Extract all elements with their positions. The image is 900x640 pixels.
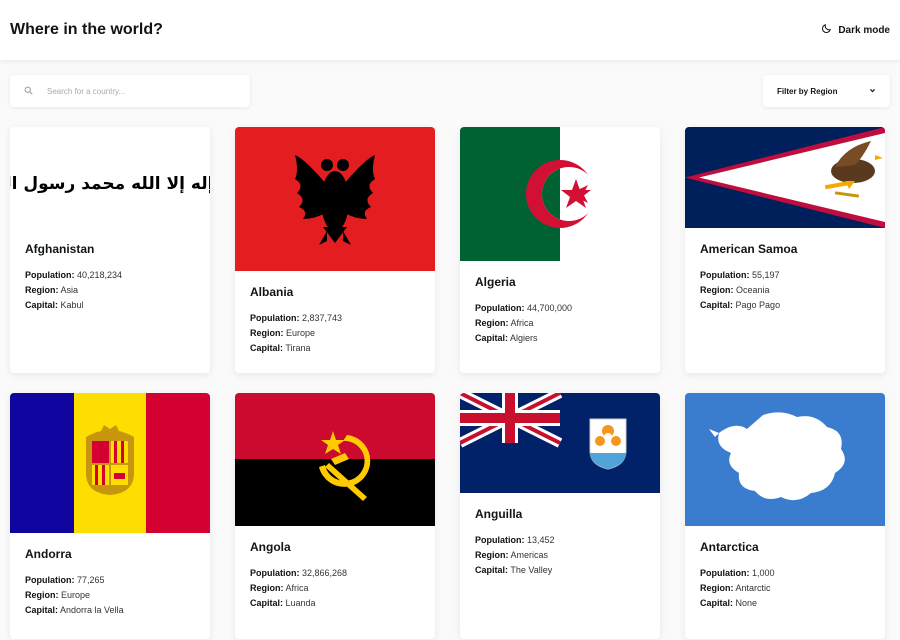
country-name: Algeria <box>475 275 516 289</box>
angola-flag <box>235 393 435 526</box>
population-row: Population: 40,218,234 <box>25 270 123 280</box>
country-name: Andorra <box>25 547 72 561</box>
search-icon <box>24 82 33 100</box>
population-row: Population: 44,700,000 <box>475 303 573 313</box>
country-name: Albania <box>250 285 294 299</box>
capital-row: Capital: Luanda <box>250 598 316 608</box>
country-name: Afghanistan <box>25 242 95 256</box>
antarctica-flag <box>685 393 885 526</box>
capital-row: Capital: Pago Pago <box>700 300 781 310</box>
capital-row: Capital: The Valley <box>475 565 553 575</box>
country-card[interactable]: Anguilla Population: 13,452 Region: Amer… <box>460 393 660 639</box>
filter-label: Filter by Region <box>777 86 838 96</box>
country-card[interactable]: Angola Population: 32,866,268 Region: Af… <box>235 393 435 639</box>
moon-icon <box>821 23 832 37</box>
app-header: Where in the world? Dark mode <box>0 0 900 60</box>
capital-row: Capital: None <box>700 598 758 608</box>
page-title: Where in the world? <box>10 21 163 38</box>
country-name: Anguilla <box>475 507 523 521</box>
capital-row: Capital: Kabul <box>25 300 84 310</box>
population-row: Population: 55,197 <box>700 270 780 280</box>
country-card[interactable]: لا إله إلا الله محمد رسول الله Afghanist… <box>10 127 210 373</box>
region-row: Region: Americas <box>475 550 549 560</box>
country-card[interactable]: Algeria Population: 44,700,000 Region: A… <box>460 127 660 373</box>
search-input[interactable] <box>47 86 227 96</box>
capital-row: Capital: Algiers <box>475 333 538 343</box>
country-name: Angola <box>250 540 291 554</box>
region-row: Region: Africa <box>475 318 534 328</box>
anguilla-flag <box>460 393 660 493</box>
country-card[interactable]: Albania Population: 2,837,743 Region: Eu… <box>235 127 435 373</box>
region-row: Region: Europe <box>250 328 316 338</box>
search-box <box>10 75 250 107</box>
afghanistan-flag: لا إله إلا الله محمد رسول الله <box>10 127 210 228</box>
region-row: Region: Asia <box>25 285 79 295</box>
region-filter-dropdown[interactable]: Filter by Region <box>763 75 890 107</box>
andorra-flag <box>10 393 210 533</box>
dark-mode-toggle[interactable]: Dark mode <box>821 23 890 37</box>
chevron-down-icon <box>869 87 876 96</box>
country-card[interactable]: Andorra Population: 77,265 Region: Europ… <box>10 393 210 639</box>
capital-row: Capital: Tirana <box>250 343 311 353</box>
region-row: Region: Africa <box>250 583 309 593</box>
country-name: American Samoa <box>700 242 798 256</box>
dark-mode-label: Dark mode <box>838 24 890 36</box>
american-samoa-flag <box>685 127 885 228</box>
region-row: Region: Europe <box>25 590 91 600</box>
capital-row: Capital: Andorra la Vella <box>25 605 124 615</box>
population-row: Population: 13,452 <box>475 535 555 545</box>
population-row: Population: 2,837,743 <box>250 313 343 323</box>
albania-flag <box>235 127 435 271</box>
country-name: Antarctica <box>700 540 759 554</box>
region-row: Region: Oceania <box>700 285 770 295</box>
region-row: Region: Antarctic <box>700 583 771 593</box>
population-row: Population: 32,866,268 <box>250 568 348 578</box>
country-card[interactable]: Antarctica Population: 1,000 Region: Ant… <box>685 393 885 639</box>
algeria-flag <box>460 127 660 261</box>
flag-shahada-text: لا إله إلا الله محمد رسول الله <box>10 174 210 194</box>
population-row: Population: 1,000 <box>700 568 775 578</box>
population-row: Population: 77,265 <box>25 575 105 585</box>
country-card[interactable]: American Samoa Population: 55,197 Region… <box>685 127 885 373</box>
